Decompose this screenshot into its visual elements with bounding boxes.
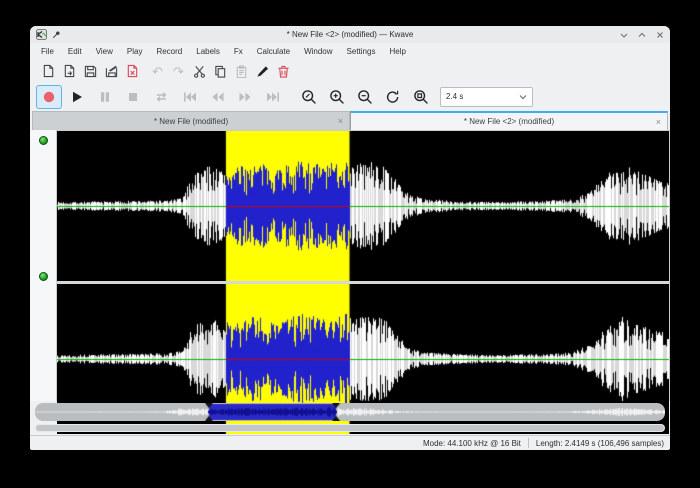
paste-button[interactable] [231,62,252,80]
zoom-all-button[interactable] [380,85,406,109]
eraser-button[interactable] [252,62,273,80]
menu-view[interactable]: View [89,45,120,58]
tab-close-icon[interactable]: × [332,116,349,126]
record-icon [42,90,56,104]
stop-icon [126,90,140,104]
stop-button[interactable] [120,85,146,109]
skip-back-icon [182,90,197,104]
rewind-button[interactable] [204,85,230,109]
tab-new-file-1[interactable]: * New File (modified) × [32,111,350,130]
zoom-level-value: 2.4 s [446,92,519,101]
close-file-icon [126,64,139,78]
menu-settings[interactable]: Settings [340,45,383,58]
waveform-area [56,130,670,401]
scrollbar-thumb[interactable] [36,425,664,431]
forward-button[interactable] [232,85,258,109]
status-separator [528,438,529,448]
waveform-channel-1[interactable] [57,131,669,281]
window-controls [619,30,664,39]
zoom-selection-button[interactable] [296,85,322,109]
forward-icon [238,90,253,104]
open-file-icon [63,64,76,78]
status-mode: Mode: 44.100 kHz @ 16 Bit [423,439,521,448]
chevron-down-icon [519,94,527,100]
overview-bar [35,403,665,421]
delete-icon [277,65,290,78]
maximize-button[interactable] [637,30,646,39]
zoom-in-button[interactable] [324,85,350,109]
zoom-in-icon [329,89,345,105]
skip-end-icon [266,90,281,104]
menu-edit[interactable]: Edit [61,45,89,58]
save-as-icon [105,65,118,78]
menu-help[interactable]: Help [382,45,412,58]
copy-icon [214,65,227,78]
menubar: File Edit View Play Record Labels Fx Cal… [30,43,670,60]
save-as-button[interactable] [101,62,122,80]
open-file-button[interactable] [59,62,80,80]
close-file-button[interactable] [122,62,143,80]
copy-button[interactable] [210,62,231,80]
overview-waveform[interactable] [35,403,665,421]
status-length: Length: 2.4149 s (106,496 samples) [536,439,664,448]
loop-button[interactable] [148,85,174,109]
pause-button[interactable] [92,85,118,109]
titlebar[interactable]: * New File <2> (modified) — Kwave [30,26,670,43]
desktop-background: * New File <2> (modified) — Kwave File E… [0,0,700,488]
redo-button[interactable]: ↷ [168,62,189,80]
signal-view [30,130,670,401]
channel-controls-strip [30,130,56,401]
tab-close-icon[interactable]: × [650,117,667,127]
rewind-icon [210,90,225,104]
skip-end-button[interactable] [260,85,286,109]
menu-file[interactable]: File [34,45,61,58]
redo-icon: ↷ [173,65,184,78]
menu-labels[interactable]: Labels [189,45,227,58]
zoom-level-combobox[interactable]: 2.4 s [440,87,533,107]
kwave-window: * New File <2> (modified) — Kwave File E… [30,26,670,450]
tab-label: * New File (modified) [33,117,349,126]
eraser-icon [256,65,269,78]
menu-window[interactable]: Window [297,45,339,58]
cut-icon [193,65,206,78]
menu-calculate[interactable]: Calculate [250,45,297,58]
window-title: * New File <2> (modified) — Kwave [30,30,670,39]
record-button[interactable] [36,85,62,109]
tab-new-file-2[interactable]: * New File <2> (modified) × [350,111,668,130]
pause-icon [98,90,112,104]
zoom-selection-icon [301,89,317,105]
close-button[interactable] [655,30,664,39]
menu-fx[interactable]: Fx [227,45,250,58]
save-button[interactable] [80,62,101,80]
zoom-all-icon [385,89,401,105]
play-button[interactable] [64,85,90,109]
save-icon [84,65,97,78]
minimize-button[interactable] [619,30,628,39]
play-icon [70,90,84,104]
zoom-100-icon [413,89,429,105]
paste-icon [235,65,248,78]
menu-record[interactable]: Record [149,45,189,58]
tab-label: * New File <2> (modified) [351,117,667,126]
zoom-out-icon [357,89,373,105]
cut-button[interactable] [189,62,210,80]
skip-back-button[interactable] [176,85,202,109]
zoom-100-button[interactable] [408,85,434,109]
undo-icon: ↶ [152,65,163,78]
horizontal-scrollbar[interactable] [35,424,665,432]
zoom-out-button[interactable] [352,85,378,109]
menu-play[interactable]: Play [120,45,150,58]
transport-toolbar: 2.4 s [30,82,670,111]
undo-button[interactable]: ↶ [147,62,168,80]
file-toolbar: ↶ ↷ [30,60,670,82]
loop-icon [154,90,169,104]
channel-1-led[interactable] [39,136,48,145]
tabbar: * New File (modified) × * New File <2> (… [30,111,670,130]
delete-button[interactable] [273,62,294,80]
new-file-button[interactable] [38,62,59,80]
new-file-icon [42,64,55,78]
statusbar: Mode: 44.100 kHz @ 16 Bit Length: 2.4149… [30,435,670,450]
channel-2-led[interactable] [39,272,48,281]
